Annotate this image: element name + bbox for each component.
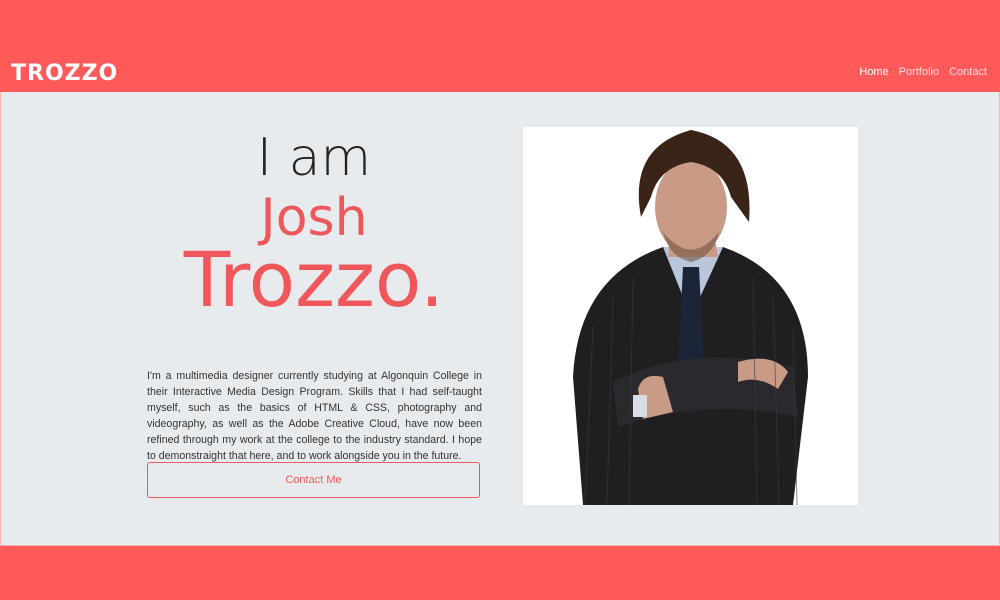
hero-section: I am Josh Trozzo. I'm a multimedia desig… <box>0 92 1000 546</box>
profile-photo <box>523 127 858 505</box>
main-nav: Home Portfolio Contact <box>859 66 987 78</box>
site-header: TROZZO Home Portfolio Contact <box>0 0 1000 92</box>
hero-heading: I am Josh Trozzo. <box>147 130 481 320</box>
nav-home[interactable]: Home <box>859 66 888 78</box>
profile-photo-illustration <box>523 127 858 505</box>
nav-contact[interactable]: Contact <box>949 66 987 78</box>
hero-last-name: Trozzo. <box>183 235 445 324</box>
contact-me-button[interactable]: Contact Me <box>147 462 480 498</box>
logo[interactable]: TROZZO <box>11 61 118 86</box>
hero-line-i-am: I am <box>256 128 372 188</box>
site-footer <box>0 546 1000 600</box>
nav-portfolio[interactable]: Portfolio <box>899 66 939 78</box>
bio-paragraph: I'm a multimedia designer currently stud… <box>147 369 482 462</box>
